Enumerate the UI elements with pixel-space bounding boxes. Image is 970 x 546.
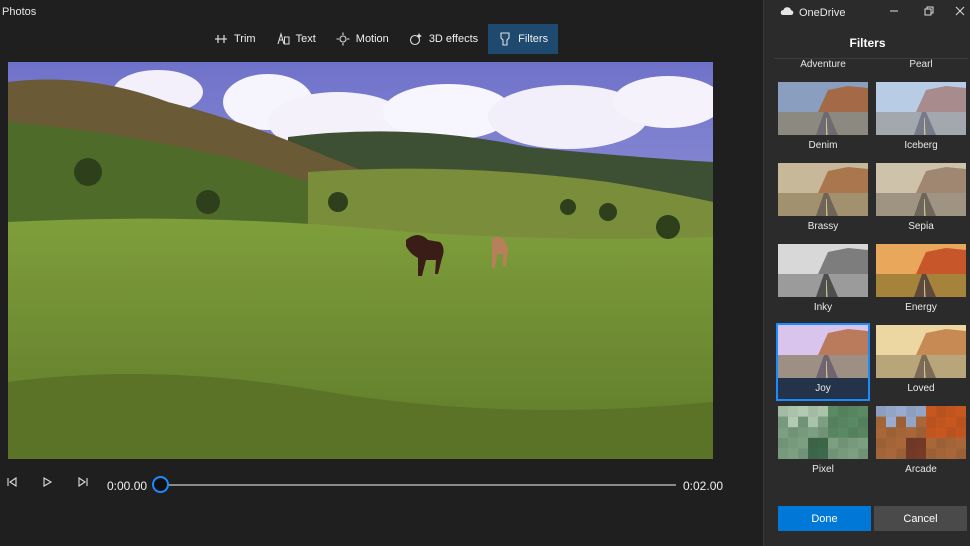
- panel-heading: Filters: [849, 36, 886, 50]
- filter-label: Sepia: [908, 221, 934, 232]
- filter-thumbnail: [876, 163, 966, 216]
- playback-bar: 0:00.00 0:02.00: [0, 470, 762, 500]
- filter-thumbnail: [778, 325, 868, 378]
- filter-thumbnail: [876, 325, 966, 378]
- minimize-icon: [889, 3, 899, 21]
- filter-thumbnail: [778, 244, 868, 297]
- filter-label: Denim: [808, 140, 838, 151]
- filter-thumbnail: [778, 163, 868, 216]
- motion-icon: [336, 32, 350, 46]
- text-icon: [276, 32, 290, 46]
- filter-label: Iceberg: [904, 140, 938, 151]
- filters-button[interactable]: Filters: [488, 24, 559, 54]
- filter-label: Inky: [813, 302, 833, 313]
- seek-track[interactable]: [160, 484, 676, 486]
- filter-thumbnail: [876, 406, 966, 459]
- trim-icon: [214, 32, 228, 46]
- filter-arcade[interactable]: Arcade: [875, 405, 967, 481]
- filter-label-pearl: Pearl: [909, 59, 933, 70]
- filter-brassy[interactable]: Brassy: [777, 162, 869, 238]
- filter-energy[interactable]: Energy: [875, 243, 967, 319]
- filters-label: Filters: [518, 33, 549, 45]
- filter-thumbnail: [876, 244, 966, 297]
- onedrive-status[interactable]: OneDrive: [780, 6, 845, 19]
- motion-button[interactable]: Motion: [326, 24, 399, 54]
- filter-label: Brassy: [807, 221, 839, 232]
- previous-frame-icon: [6, 475, 18, 493]
- filter-sepia[interactable]: Sepia: [875, 162, 967, 238]
- filter-loved[interactable]: Loved: [875, 324, 967, 400]
- next-frame-button[interactable]: [75, 476, 91, 492]
- onedrive-label: OneDrive: [799, 6, 846, 19]
- seek-thumb[interactable]: [152, 476, 169, 493]
- filter-label-adventure: Adventure: [800, 59, 846, 70]
- text-label: Text: [295, 33, 316, 45]
- restore-button[interactable]: [921, 4, 937, 20]
- motion-label: Motion: [355, 33, 389, 45]
- 3d-effects-icon: [409, 32, 423, 46]
- cancel-button[interactable]: Cancel: [874, 506, 967, 531]
- editor-toolbar: Trim Text Motion 3D effects Filters: [204, 24, 559, 54]
- filter-thumbnail: [876, 82, 966, 135]
- filter-label: Loved: [907, 383, 935, 394]
- close-icon: [955, 3, 965, 21]
- panel-title-bar: OneDrive: [764, 0, 970, 24]
- end-time: 0:02.00: [683, 479, 724, 493]
- 3d-effects-button[interactable]: 3D effects: [399, 24, 488, 54]
- cloud-icon: [780, 6, 799, 19]
- close-button[interactable]: [952, 4, 968, 20]
- filter-iceberg[interactable]: Iceberg: [875, 81, 967, 157]
- play-button[interactable]: [39, 476, 55, 492]
- minimize-button[interactable]: [886, 4, 902, 20]
- current-time: 0:00.00: [107, 479, 148, 493]
- filter-label: Arcade: [905, 464, 937, 475]
- trim-button[interactable]: Trim: [204, 24, 266, 54]
- filter-denim[interactable]: Denim: [777, 81, 869, 157]
- restore-icon: [924, 3, 934, 21]
- video-preview[interactable]: [8, 62, 713, 459]
- trim-label: Trim: [234, 33, 256, 45]
- filter-thumbnail: [778, 82, 868, 135]
- done-button[interactable]: Done: [778, 506, 871, 531]
- app-title: Photos: [2, 6, 37, 18]
- title-bar: Photos: [0, 0, 762, 24]
- filters-panel: OneDrive Filters Adventure Pearl Denim I…: [763, 0, 970, 546]
- filter-thumbnail: [778, 406, 868, 459]
- text-button[interactable]: Text: [266, 24, 326, 54]
- filters-icon: [498, 32, 512, 46]
- next-frame-icon: [77, 475, 89, 493]
- filter-label: Energy: [905, 302, 937, 313]
- filter-label: Pixel: [812, 464, 834, 475]
- filter-label: Joy: [815, 383, 831, 394]
- 3d-effects-label: 3D effects: [428, 33, 479, 45]
- previous-frame-button[interactable]: [4, 476, 20, 492]
- filter-pixel[interactable]: Pixel: [777, 405, 869, 481]
- play-icon: [41, 475, 53, 493]
- filter-inky[interactable]: Inky: [777, 243, 869, 319]
- filter-joy[interactable]: Joy: [776, 323, 870, 401]
